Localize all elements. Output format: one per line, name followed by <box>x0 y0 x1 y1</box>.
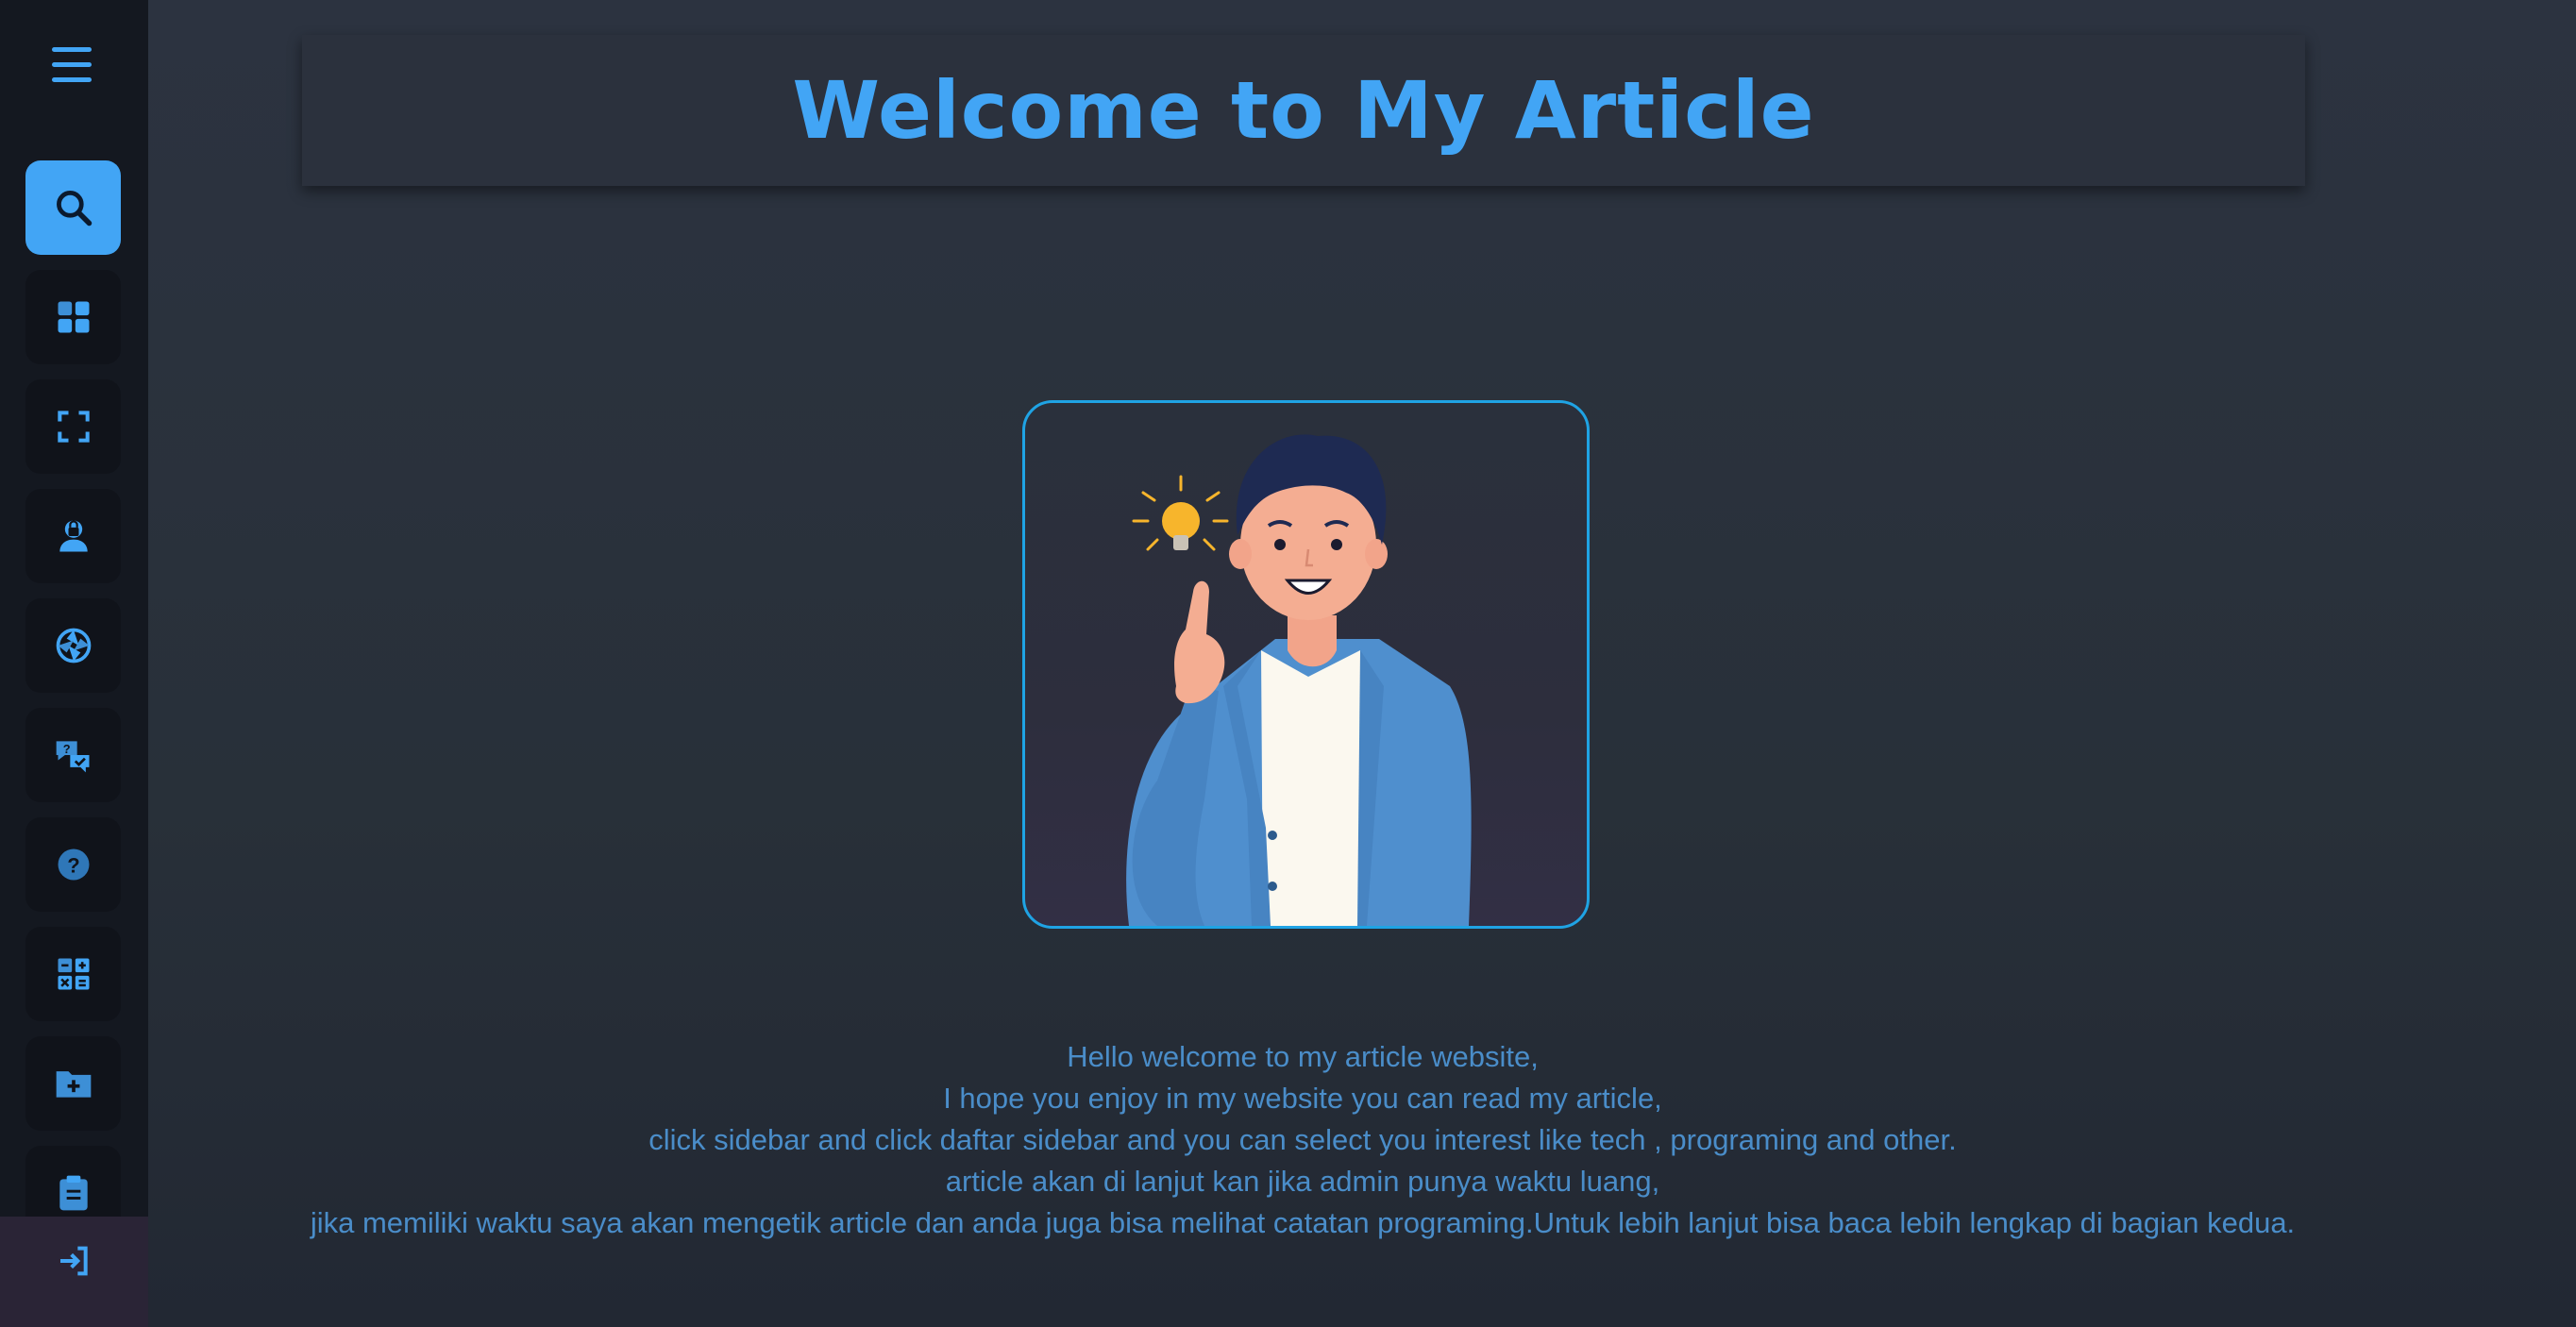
sidebar-item-new-folder[interactable] <box>25 1036 121 1131</box>
intro-line: jika memiliki waktu saya akan mengetik a… <box>310 1206 2296 1239</box>
help-circle-icon: ? <box>58 848 89 881</box>
sidebar-item-fullscreen[interactable] <box>25 379 121 474</box>
question-answer-icon: ? <box>56 741 89 773</box>
page-title: Welcome to My Article <box>792 64 1815 157</box>
sidebar-item-search[interactable] <box>25 160 121 255</box>
sign-in-icon <box>59 1246 88 1275</box>
user-lock-icon <box>59 520 88 552</box>
sidebar-item-dashboard[interactable] <box>25 270 121 364</box>
intro-line: Hello welcome to my article website, <box>1067 1040 1539 1073</box>
person-idea-illustration <box>1126 434 1472 926</box>
sidebar-item-qa[interactable]: ? <box>25 708 121 802</box>
intro-text: Hello welcome to my article website, I h… <box>148 1036 2457 1244</box>
hamburger-menu-icon[interactable] <box>52 45 94 83</box>
hero-image <box>1022 400 1590 929</box>
clipboard-icon <box>59 1175 88 1211</box>
svg-text:?: ? <box>62 742 70 756</box>
folder-plus-icon <box>56 1071 91 1098</box>
shutter-icon <box>56 628 91 664</box>
grid-icon <box>58 301 89 333</box>
svg-text:?: ? <box>67 853 79 877</box>
sidebar-item-calculator[interactable] <box>25 927 121 1021</box>
intro-line: I hope you enjoy in my website you can r… <box>943 1082 1662 1115</box>
expand-icon <box>57 411 90 443</box>
sidebar-item-security[interactable] <box>25 489 121 583</box>
calculator-icon <box>58 958 89 990</box>
login-button[interactable] <box>0 1217 148 1327</box>
sidebar: ? ? <box>0 0 148 1327</box>
search-icon <box>56 191 92 227</box>
intro-line: article akan di lanjut kan jika admin pu… <box>945 1165 1660 1198</box>
sidebar-item-aperture[interactable] <box>25 598 121 693</box>
page-header: Welcome to My Article <box>302 35 2305 186</box>
sidebar-item-help[interactable]: ? <box>25 817 121 912</box>
intro-line: click sidebar and click daftar sidebar a… <box>648 1123 1957 1156</box>
